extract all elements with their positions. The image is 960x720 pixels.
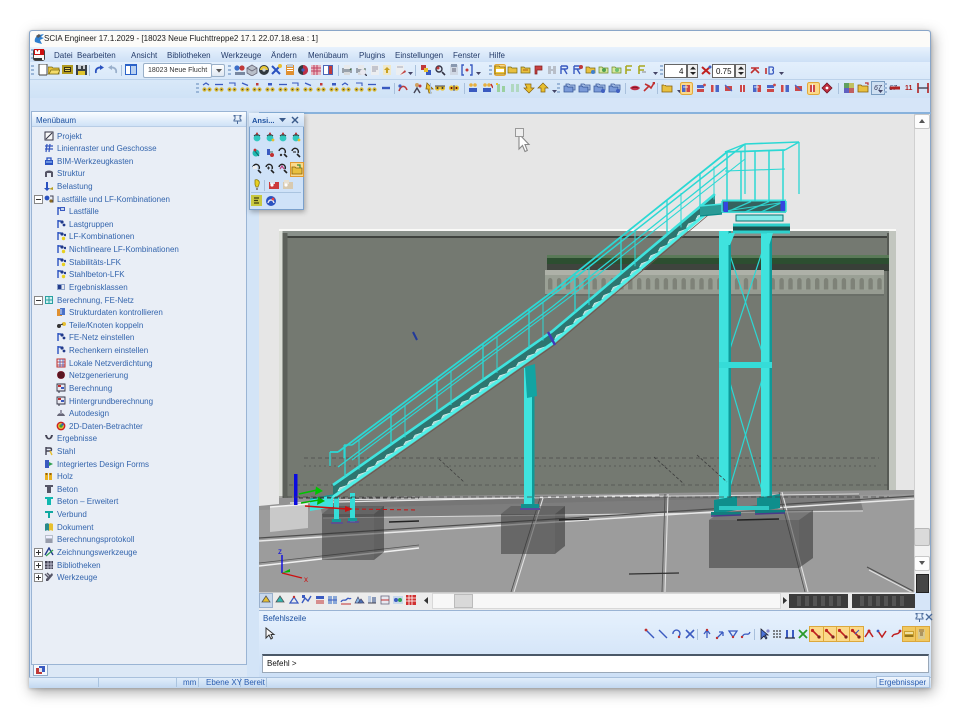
svg-text:z: z: [278, 547, 282, 556]
svg-text:x: x: [304, 575, 308, 584]
